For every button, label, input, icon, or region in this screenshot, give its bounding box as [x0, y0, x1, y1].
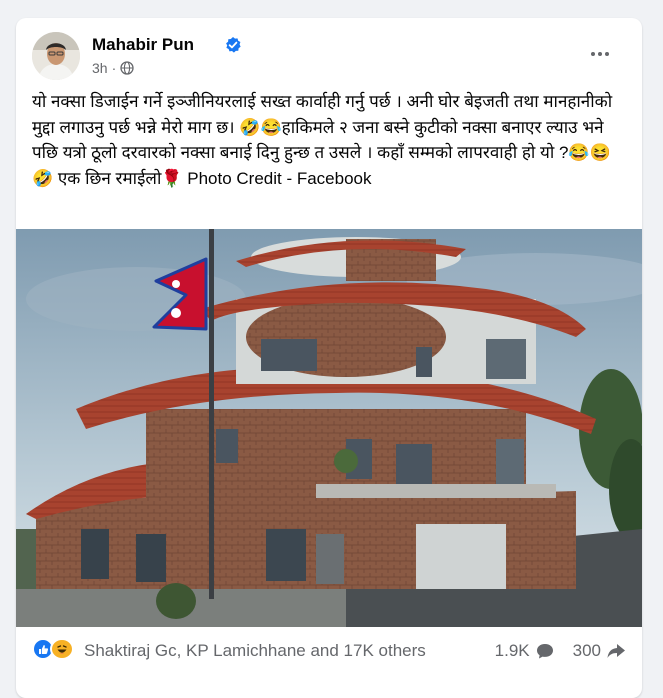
building-rendering-image — [16, 229, 642, 627]
avatar-portrait — [32, 32, 80, 80]
comment-count[interactable]: 1.9K — [495, 641, 555, 661]
share-count-label: 300 — [572, 641, 601, 660]
comment-bubble-icon — [536, 644, 553, 659]
author-avatar[interactable] — [32, 32, 80, 80]
haha-reaction-icon — [50, 638, 74, 660]
post-card: Mahabir Pun 3h · यो नक्सा डिजाईन गर्ने इ… — [16, 18, 642, 698]
more-options-icon[interactable] — [588, 44, 612, 64]
reactors-summary[interactable]: Shaktiraj Gc, KP Lamichhane and 17K othe… — [84, 641, 426, 661]
post-timestamp[interactable]: 3h — [92, 60, 108, 76]
post-photo[interactable] — [16, 229, 642, 627]
post-text: यो नक्सा डिजाईन गर्ने इञ्जीनियरलाई सख्त … — [32, 92, 617, 188]
post-header: Mahabir Pun 3h · — [32, 32, 626, 84]
comment-count-label: 1.9K — [494, 641, 530, 660]
post-footer: Shaktiraj Gc, KP Lamichhane and 17K othe… — [32, 632, 626, 668]
meta-separator: · — [111, 60, 117, 76]
share-arrow-icon — [607, 644, 625, 658]
post-meta: 3h · — [92, 60, 134, 76]
author-name[interactable]: Mahabir Pun — [92, 35, 194, 55]
reaction-icons[interactable] — [32, 638, 78, 662]
engagement-counts: 1.9K 300 — [495, 641, 626, 661]
verified-badge-icon — [226, 37, 241, 53]
share-count[interactable]: 300 — [573, 641, 626, 661]
globe-icon[interactable] — [120, 61, 134, 75]
